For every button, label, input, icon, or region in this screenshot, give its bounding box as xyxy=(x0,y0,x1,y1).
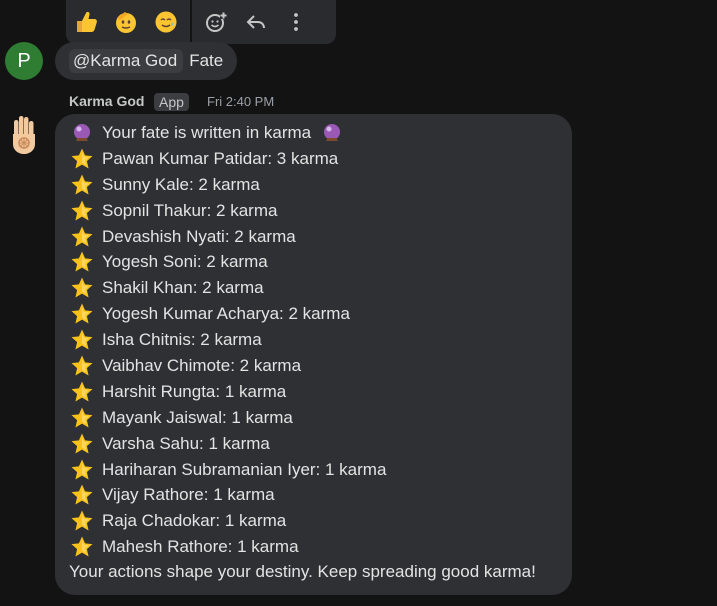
bot-sender-name[interactable]: Karma God xyxy=(69,93,144,109)
mention-chip[interactable]: @Karma God xyxy=(69,49,184,73)
karma-entry: Vaibhav Chimote: 2 karma xyxy=(69,353,569,379)
karma-entry-text: Mahesh Rathore: 1 karma xyxy=(102,537,299,557)
karma-entry: Yogesh Kumar Acharya: 2 karma xyxy=(69,301,569,327)
karma-entry-text: Isha Chitnis: 2 karma xyxy=(102,330,262,350)
karma-entry: Shakil Khan: 2 karma xyxy=(69,275,569,301)
karma-entry: Yogesh Soni: 2 karma xyxy=(69,249,569,275)
mention-name: Karma God xyxy=(90,51,178,70)
karma-entry: Pawan Kumar Patidar: 3 karma xyxy=(69,146,569,172)
karma-footer-text: Your actions shape your destiny. Keep sp… xyxy=(69,562,536,582)
star-icon xyxy=(69,250,95,274)
more-options-icon xyxy=(294,13,298,31)
avatar-letter: P xyxy=(17,49,31,72)
reply-button[interactable] xyxy=(236,2,276,42)
karma-entry-text: Sopnil Thakur: 2 karma xyxy=(102,200,278,220)
thumbs-up-icon xyxy=(77,11,97,32)
message-actions-toolbar xyxy=(66,0,336,44)
karma-entry-text: Sunny Kale: 2 karma xyxy=(102,174,260,194)
message-timestamp: Fri 2:40 PM xyxy=(207,94,275,109)
mention-at-sign: @ xyxy=(73,51,91,70)
star-icon xyxy=(69,302,95,326)
reply-icon xyxy=(246,15,265,29)
karma-entry-text: Vijay Rathore: 1 karma xyxy=(102,485,275,505)
karma-entry: Varsha Sahu: 1 karma xyxy=(69,431,569,457)
user-message-text: Fate xyxy=(189,51,224,70)
karma-entry-text: Harshit Rungta: 1 karma xyxy=(102,381,287,401)
karma-entry-text: Mayank Jaiswal: 1 karma xyxy=(102,407,293,427)
karma-entry-text: Varsha Sahu: 1 karma xyxy=(102,433,270,453)
karma-entry: Vijay Rathore: 1 karma xyxy=(69,482,569,508)
add-reaction-button[interactable] xyxy=(196,2,236,42)
star-icon xyxy=(69,328,95,352)
app-badge: App xyxy=(154,93,189,111)
star-icon xyxy=(69,458,95,482)
more-options-button[interactable] xyxy=(276,2,316,42)
star-icon xyxy=(69,535,95,559)
saluting-face-reaction-button[interactable] xyxy=(106,2,146,42)
karma-entry: Harshit Rungta: 1 karma xyxy=(69,379,569,405)
karma-entry: Sopnil Thakur: 2 karma xyxy=(69,198,569,224)
bot-message-bubble[interactable]: Your fate is written in karma Pawan Kuma… xyxy=(55,114,572,595)
karma-entry-text: Yogesh Kumar Acharya: 2 karma xyxy=(102,304,350,324)
karma-entry: Raja Chadokar: 1 karma xyxy=(69,508,569,534)
smiling-face-with-tear-reaction-button[interactable] xyxy=(146,2,186,42)
star-icon xyxy=(69,380,95,404)
star-icon xyxy=(69,354,95,378)
karma-entry: Isha Chitnis: 2 karma xyxy=(69,327,569,353)
toolbar-divider xyxy=(190,0,192,44)
karma-entry-text: Vaibhav Chimote: 2 karma xyxy=(102,355,302,375)
karma-entry: Mahesh Rathore: 1 karma xyxy=(69,534,569,560)
karma-entry: Hariharan Subramanian Iyer: 1 karma xyxy=(69,457,569,483)
karma-entry: Mayank Jaiswal: 1 karma xyxy=(69,405,569,431)
saluting-face-icon xyxy=(116,12,136,33)
star-icon xyxy=(69,406,95,430)
star-icon xyxy=(69,432,95,456)
karma-header-line: Your fate is written in karma xyxy=(69,120,569,146)
crystal-ball-icon xyxy=(319,121,345,145)
karma-header-text: Your fate is written in karma xyxy=(102,122,312,142)
karma-list: Pawan Kumar Patidar: 3 karma Sunny Kale: … xyxy=(69,146,569,560)
thumbs-up-reaction-button[interactable] xyxy=(66,2,106,42)
karma-entry: Devashish Nyati: 2 karma xyxy=(69,224,569,250)
karma-entry-text: Shakil Khan: 2 karma xyxy=(102,278,264,298)
karma-entry: Sunny Kale: 2 karma xyxy=(69,172,569,198)
karma-entry-text: Yogesh Soni: 2 karma xyxy=(102,252,268,272)
smiling-face-with-tear-icon xyxy=(155,11,177,33)
karma-entry-text: Pawan Kumar Patidar: 3 karma xyxy=(102,148,339,168)
karma-entry-text: Raja Chadokar: 1 karma xyxy=(102,511,287,531)
karma-entry-text: Devashish Nyati: 2 karma xyxy=(102,226,296,246)
star-icon xyxy=(69,509,95,533)
user-avatar[interactable]: P xyxy=(5,42,43,80)
star-icon xyxy=(69,147,95,171)
bot-message-content: Your fate is written in karma Pawan Kuma… xyxy=(69,120,569,582)
karma-entry-text: Hariharan Subramanian Iyer: 1 karma xyxy=(102,459,387,479)
bot-avatar-hand-icon[interactable] xyxy=(8,114,40,156)
star-icon xyxy=(69,276,95,300)
star-icon xyxy=(69,173,95,197)
crystal-ball-icon xyxy=(69,121,95,145)
star-icon xyxy=(69,483,95,507)
user-message-bubble[interactable]: @Karma God Fate xyxy=(55,42,238,80)
star-icon xyxy=(69,225,95,249)
star-icon xyxy=(69,199,95,223)
add-reaction-icon xyxy=(206,12,227,32)
